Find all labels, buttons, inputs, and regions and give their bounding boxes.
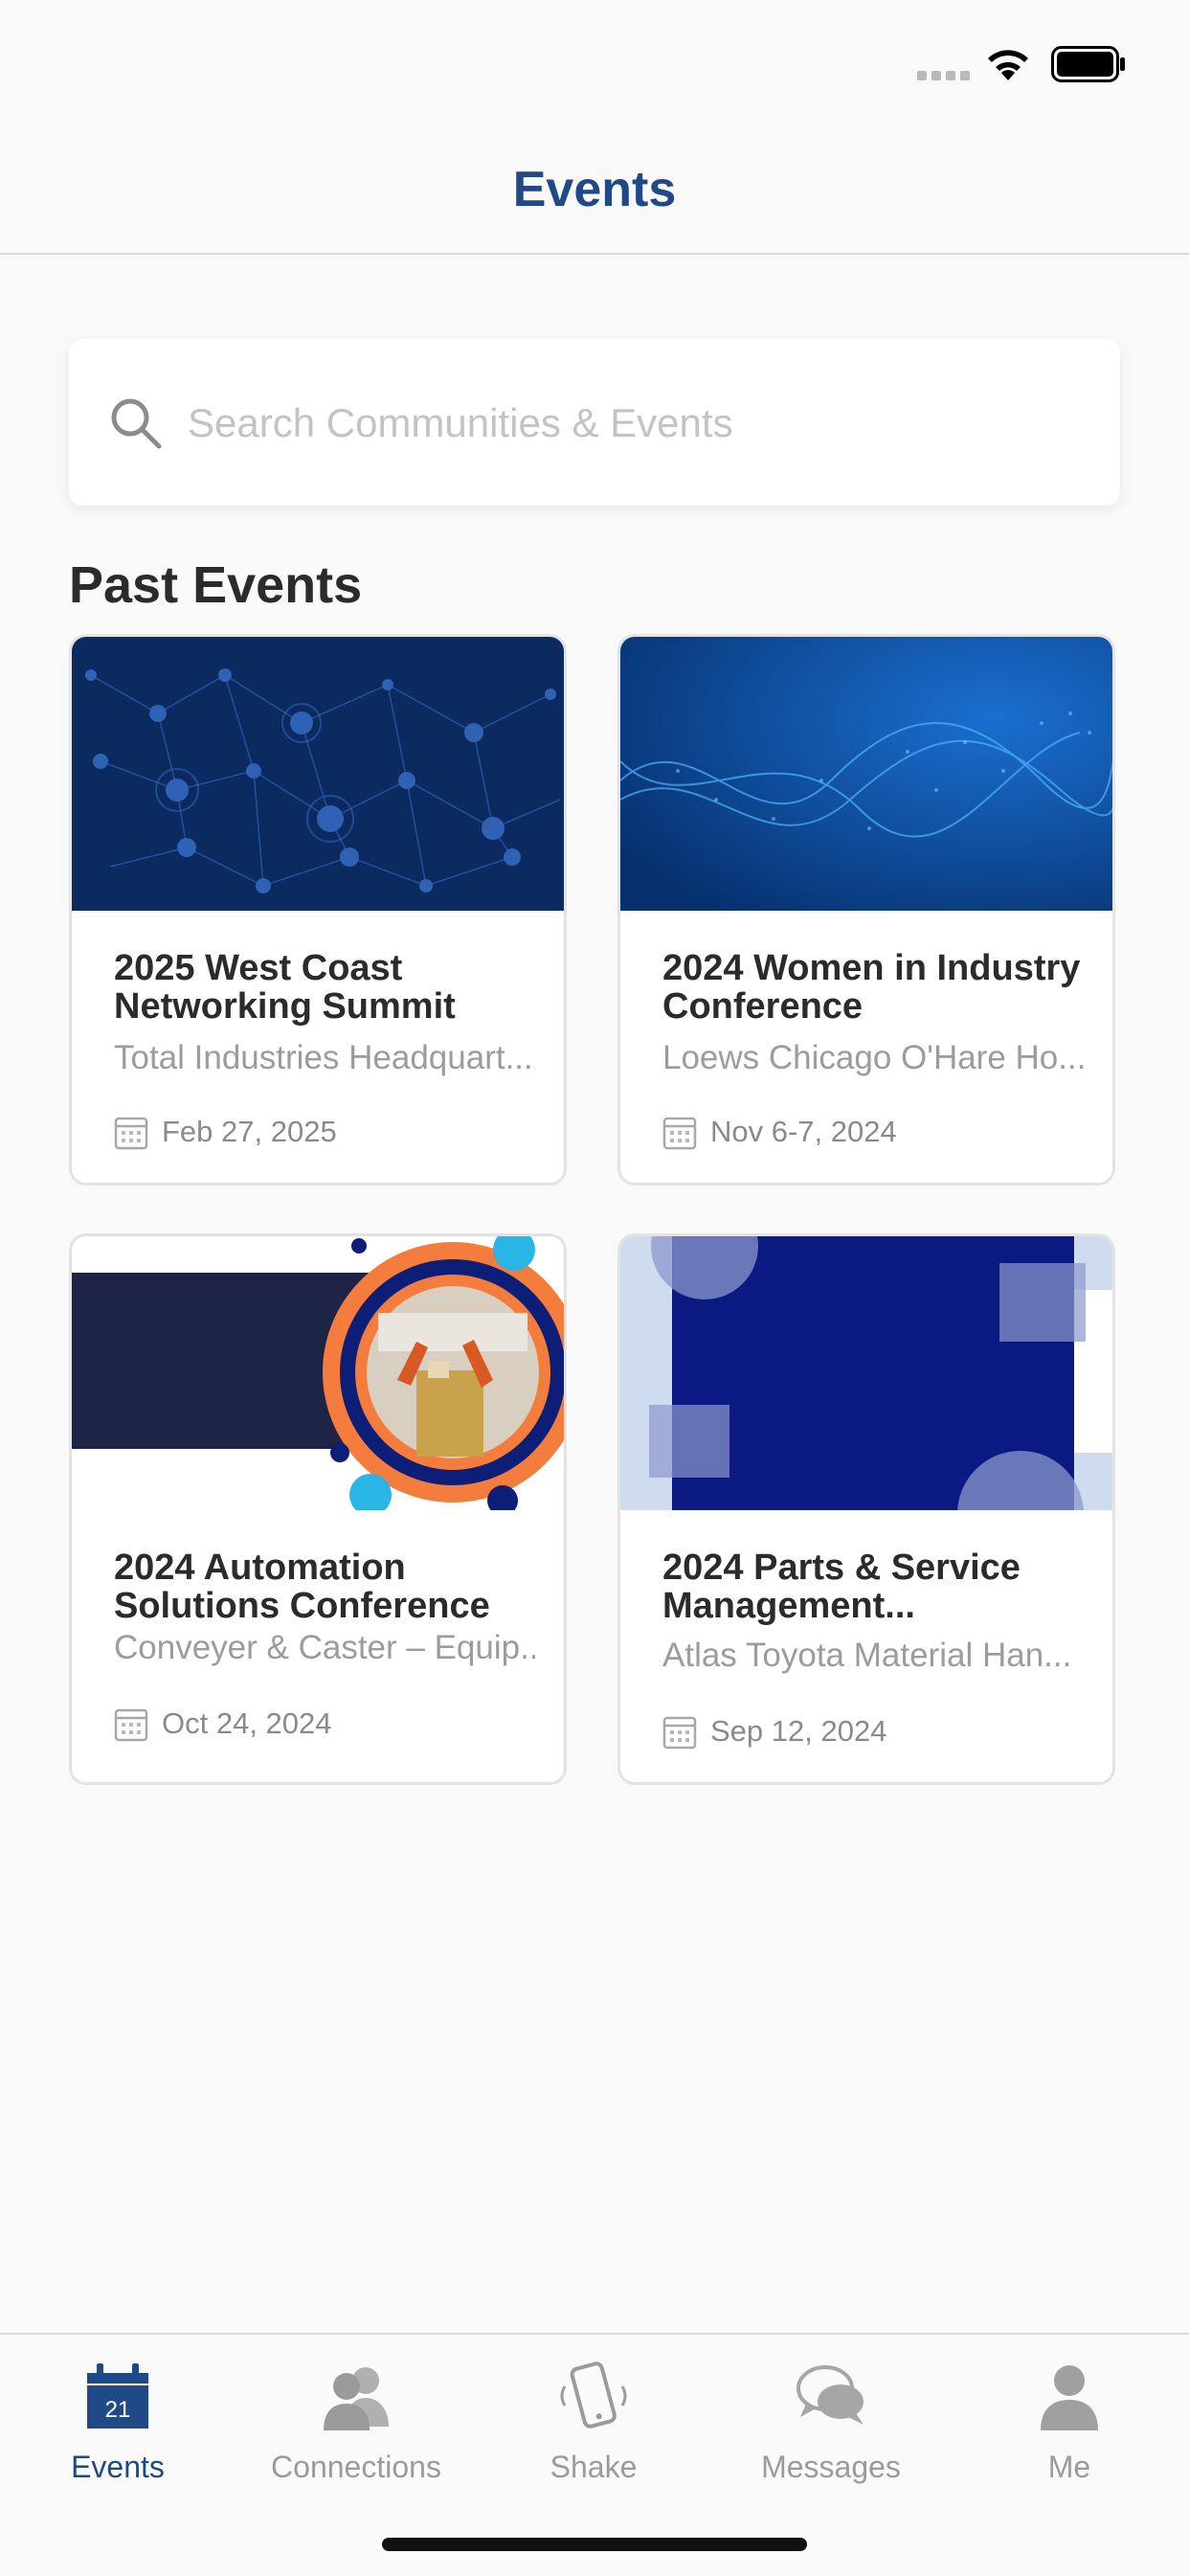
event-banner-image xyxy=(72,637,564,911)
person-icon xyxy=(1041,2365,1098,2430)
event-banner-image xyxy=(620,1236,1112,1510)
event-date-row: Nov 6-7, 2024 xyxy=(662,1114,897,1150)
status-bar xyxy=(0,0,1189,124)
chat-bubbles-icon xyxy=(796,2365,864,2425)
event-banner-image xyxy=(620,637,1112,911)
tab-connections[interactable]: Connections xyxy=(260,2358,452,2485)
battery-icon xyxy=(1051,46,1125,82)
home-indicator[interactable] xyxy=(382,2538,807,2551)
event-title: 2025 West Coast Networking Summit xyxy=(114,948,456,1027)
event-date-row: Feb 27, 2025 xyxy=(114,1114,337,1150)
calendar-icon: 21 xyxy=(87,2363,148,2429)
tab-shake[interactable]: Shake xyxy=(498,2358,689,2485)
tab-label: Shake xyxy=(550,2450,638,2484)
navigation-header: Events xyxy=(0,124,1189,255)
event-card[interactable]: 2024 Parts & Service Management... Atlas… xyxy=(617,1233,1115,1785)
search-input[interactable] xyxy=(186,389,1089,458)
people-icon xyxy=(324,2367,389,2430)
search-icon xyxy=(111,398,162,449)
event-date: Feb 27, 2025 xyxy=(162,1115,337,1148)
tab-me[interactable]: Me xyxy=(974,2358,1165,2485)
event-location: Loews Chicago O'Hare Ho... xyxy=(662,1039,1084,1076)
event-title: 2024 Automation Solutions Conference xyxy=(114,1548,490,1626)
calendar-badge: 21 xyxy=(105,2397,131,2423)
tab-events[interactable]: 21 Events xyxy=(22,2358,213,2485)
event-title: 2024 Parts & Service Management... xyxy=(662,1548,1021,1626)
wifi-icon xyxy=(988,50,1028,80)
event-date-row: Oct 24, 2024 xyxy=(114,1706,332,1742)
tab-label: Messages xyxy=(761,2450,901,2484)
calendar-icon xyxy=(114,1708,148,1742)
cellular-signal-icon xyxy=(917,71,970,80)
event-date: Nov 6-7, 2024 xyxy=(710,1115,897,1148)
calendar-icon xyxy=(662,1716,697,1750)
tab-messages[interactable]: Messages xyxy=(735,2358,927,2485)
event-location: Total Industries Headquart... xyxy=(114,1039,533,1076)
page-title: Events xyxy=(512,162,677,217)
search-bar[interactable] xyxy=(69,339,1120,506)
calendar-icon xyxy=(662,1117,697,1150)
phone-shake-icon xyxy=(560,2361,627,2429)
event-card[interactable]: 2024 Women in Industry Conference Loews … xyxy=(617,634,1115,1186)
tab-label: Events xyxy=(71,2450,165,2484)
event-card[interactable]: 2024 Automation Solutions Conference Con… xyxy=(69,1233,567,1785)
tab-label: Me xyxy=(1047,2450,1091,2484)
event-date: Oct 24, 2024 xyxy=(162,1706,332,1740)
section-title-past-events: Past Events xyxy=(69,556,363,614)
calendar-icon xyxy=(114,1117,148,1150)
tab-label: Connections xyxy=(271,2450,441,2484)
event-location: Conveyer & Caster – Equip... xyxy=(114,1629,535,1666)
event-banner-image xyxy=(72,1236,564,1510)
event-card[interactable]: 2025 West Coast Networking Summit Total … xyxy=(69,634,567,1186)
event-date: Sep 12, 2024 xyxy=(710,1714,887,1748)
event-title: 2024 Women in Industry Conference xyxy=(662,948,1081,1027)
event-date-row: Sep 12, 2024 xyxy=(662,1713,886,1750)
event-location: Atlas Toyota Material Han... xyxy=(662,1637,1072,1674)
